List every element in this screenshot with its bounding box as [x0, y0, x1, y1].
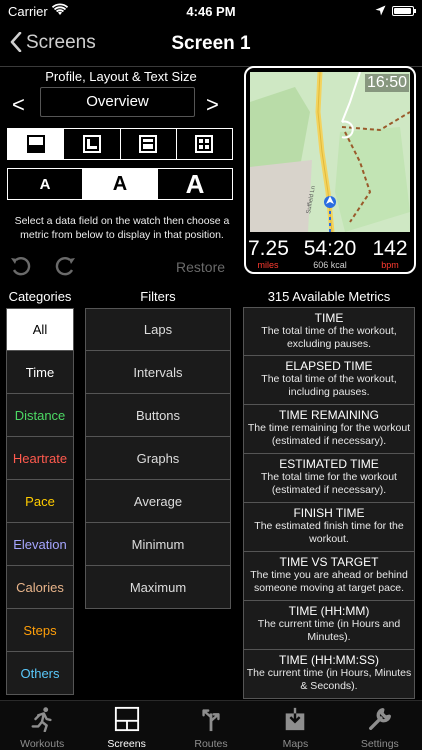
- metric-description: The total time of the workout, excluding…: [261, 325, 397, 350]
- tab-screens[interactable]: Screens: [84, 701, 168, 750]
- metric-title: TIME: [314, 311, 344, 325]
- wrench-icon: [368, 708, 391, 730]
- metric-row[interactable]: ELAPSED TIME The total time of the worko…: [243, 356, 415, 405]
- help-text: Select a data field on the watch then ch…: [14, 215, 230, 241]
- watch-clock: 16:50: [364, 74, 409, 92]
- metric-description: The time remaining for the workout (esti…: [247, 422, 411, 447]
- watch-field-2[interactable]: 54:20 606 kcal: [298, 238, 362, 271]
- metric-title: ELAPSED TIME: [285, 359, 373, 373]
- category-time[interactable]: Time: [6, 351, 74, 394]
- filters-header: Filters: [140, 289, 176, 304]
- map-download-icon: [286, 707, 305, 731]
- layout-option-1[interactable]: [8, 129, 65, 159]
- layout-single-icon: [26, 135, 45, 153]
- metric-row[interactable]: FINISH TIME The estimated finish time fo…: [243, 503, 415, 552]
- metric-row[interactable]: TIME REMAINING The time remaining for th…: [243, 405, 415, 454]
- filter-average[interactable]: Average: [85, 480, 231, 523]
- route-sign-icon: [202, 709, 220, 732]
- profile-prev-button[interactable]: <: [12, 92, 25, 118]
- metric-title: TIME (HH:MM): [288, 604, 370, 618]
- tab-settings[interactable]: Settings: [338, 701, 422, 750]
- profile-selector[interactable]: Overview: [40, 87, 195, 117]
- metric-description: The total time for the workout (estimate…: [261, 471, 397, 496]
- layout-option-3[interactable]: [121, 129, 177, 159]
- clock: 4:46 PM: [186, 4, 236, 19]
- metric-description: The time you are ahead or behind someone…: [250, 569, 408, 594]
- categories-header: Categories: [8, 289, 72, 304]
- metric-row[interactable]: ESTIMATED TIME The total time for the wo…: [243, 454, 415, 503]
- battery-icon: [392, 6, 416, 16]
- map-preview[interactable]: Suffield Ln: [250, 72, 410, 232]
- filters-list: Laps Intervals Buttons Graphs Average Mi…: [85, 308, 231, 609]
- metric-description: The estimated finish time for the workou…: [254, 520, 404, 545]
- layout-grid-icon: [195, 135, 214, 153]
- category-steps[interactable]: Steps: [6, 609, 74, 652]
- nav-bar: Screens Screen 1: [0, 22, 422, 66]
- watch-field-1[interactable]: 7.25 miles: [248, 238, 289, 271]
- layout-selector: [7, 128, 233, 160]
- restore-button[interactable]: Restore: [176, 259, 225, 275]
- text-size-medium[interactable]: A: [83, 169, 158, 199]
- category-heartrate[interactable]: Heartrate: [6, 437, 74, 480]
- metric-title: FINISH TIME: [293, 506, 365, 520]
- metric-description: The total time of the workout, including…: [261, 373, 397, 398]
- filter-minimum[interactable]: Minimum: [85, 523, 231, 566]
- status-bar: Carrier 4:46 PM: [0, 0, 422, 22]
- category-calories[interactable]: Calories: [6, 566, 74, 609]
- metric-row[interactable]: TIME The total time of the workout, excl…: [243, 307, 415, 356]
- metric-row[interactable]: TIME VS TARGET The time you are ahead or…: [243, 552, 415, 601]
- location-arrow-icon: [375, 4, 386, 19]
- filter-laps[interactable]: Laps: [85, 308, 231, 351]
- redo-icon: [55, 257, 75, 276]
- category-others[interactable]: Others: [6, 652, 74, 695]
- undo-button[interactable]: [10, 256, 32, 282]
- undo-icon: [11, 257, 31, 276]
- metric-row[interactable]: TIME (HH:MM) The current time (in Hours …: [243, 601, 415, 650]
- metrics-header: 315 Available Metrics: [267, 289, 391, 304]
- watch-field-3[interactable]: 142 bpm: [370, 238, 410, 271]
- redo-button[interactable]: [54, 256, 76, 282]
- category-distance[interactable]: Distance: [6, 394, 74, 437]
- text-size-small[interactable]: A: [8, 169, 83, 199]
- metric-description: The current time (in Hours and Minutes).: [257, 618, 401, 643]
- category-pace[interactable]: Pace: [6, 480, 74, 523]
- screen-layout-icon: [114, 706, 139, 732]
- tab-routes[interactable]: Routes: [169, 701, 253, 750]
- text-size-large[interactable]: A: [158, 169, 232, 199]
- metric-title: ESTIMATED TIME: [279, 457, 379, 471]
- filter-buttons[interactable]: Buttons: [85, 394, 231, 437]
- filter-graphs[interactable]: Graphs: [85, 437, 231, 480]
- metric-title: TIME VS TARGET: [279, 555, 379, 569]
- runner-icon: [31, 707, 52, 732]
- profile-label: Profile, Layout & Text Size: [45, 69, 197, 84]
- page-title: Screen 1: [171, 33, 251, 54]
- metric-title: TIME (HH:MM:SS): [279, 653, 379, 667]
- tab-workouts[interactable]: Workouts: [0, 701, 84, 750]
- layout-option-4[interactable]: [177, 129, 232, 159]
- metric-row[interactable]: TIME (HH:MM:SS) The current time (in Hou…: [243, 650, 415, 699]
- category-all[interactable]: All: [6, 308, 74, 351]
- tab-maps[interactable]: Maps: [253, 701, 337, 750]
- metric-description: The current time (in Hours, Minutes & Se…: [246, 667, 412, 692]
- tab-bar: Workouts Screens Routes Maps Settings: [0, 700, 422, 750]
- layout-rows-icon: [139, 135, 158, 153]
- metrics-list[interactable]: TIME The total time of the workout, excl…: [243, 307, 415, 699]
- category-elevation[interactable]: Elevation: [6, 523, 74, 566]
- profile-next-button[interactable]: >: [206, 92, 219, 118]
- layout-corner-icon: [82, 135, 101, 153]
- metric-title: TIME REMAINING: [278, 408, 379, 422]
- watch-preview[interactable]: Suffield Ln 16:50 7.25 miles 54:20 606 k…: [244, 66, 416, 274]
- text-size-selector: A A A: [7, 168, 233, 200]
- filter-maximum[interactable]: Maximum: [85, 566, 231, 609]
- filter-intervals[interactable]: Intervals: [85, 351, 231, 394]
- categories-list: All Time Distance Heartrate Pace Elevati…: [6, 308, 74, 695]
- layout-option-2[interactable]: [64, 129, 121, 159]
